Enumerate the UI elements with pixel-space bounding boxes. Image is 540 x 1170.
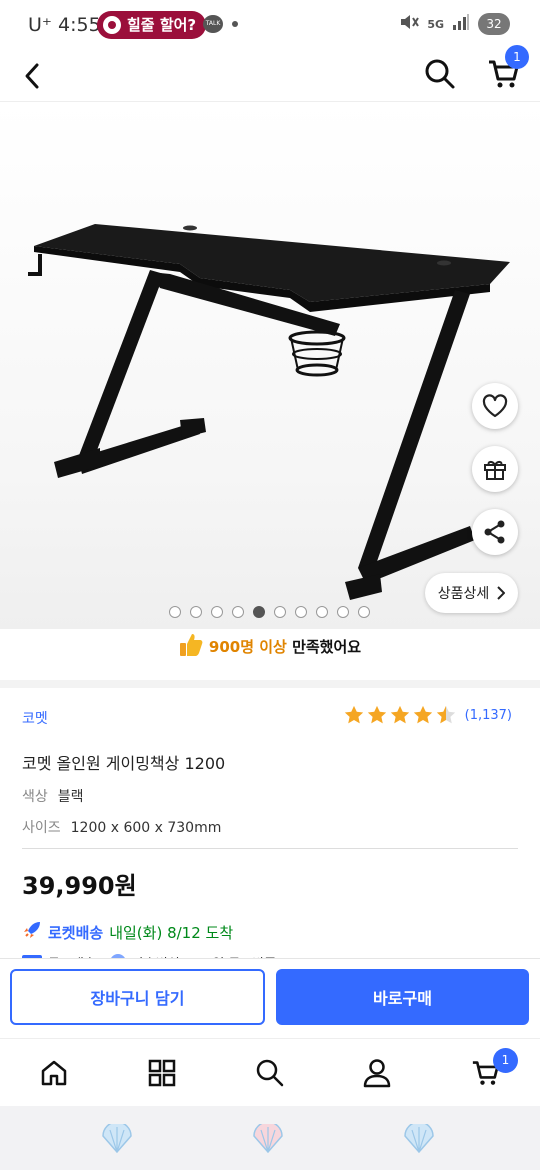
- gift-icon: [484, 461, 506, 480]
- status-time: U⁺ 4:55: [28, 14, 101, 36]
- thumbs-up-icon: [179, 632, 203, 662]
- color-option: 색상 블랙: [22, 789, 84, 805]
- product-info: 코멧 (1,137) 코멧 올인원 게이밍책상 1200 색상 블랙 사이즈 120…: [0, 680, 540, 972]
- carousel-dot[interactable]: [190, 606, 202, 618]
- gaming-desk-image: [28, 224, 510, 600]
- star-icon: [413, 705, 432, 724]
- satisfaction-banner: 900명 이상 만족했어요: [0, 632, 540, 662]
- carousel-dot[interactable]: [169, 606, 181, 618]
- wishlist-button[interactable]: [472, 383, 518, 429]
- notification-pill[interactable]: 힐줄 할어?: [97, 11, 207, 39]
- grid-icon: [148, 1059, 176, 1087]
- user-icon: [363, 1059, 391, 1088]
- search-button[interactable]: [420, 54, 460, 94]
- star-icon: [367, 705, 386, 724]
- battery-indicator: 32: [478, 13, 510, 35]
- chevron-right-icon: [497, 586, 506, 600]
- carousel-dot[interactable]: [274, 606, 286, 618]
- tab-my-account[interactable]: [357, 1053, 397, 1093]
- chevron-left-icon: [25, 63, 39, 89]
- network-label: 5G: [427, 17, 444, 31]
- carousel-dot[interactable]: [316, 606, 328, 618]
- star-icon: [390, 705, 409, 724]
- signal-icon: [452, 13, 470, 35]
- tab-search[interactable]: [250, 1053, 290, 1093]
- carousel-dot[interactable]: [232, 606, 244, 618]
- home-nav-button[interactable]: [251, 1124, 285, 1154]
- add-to-cart-button[interactable]: 장바구니 담기: [10, 969, 265, 1025]
- heart-icon: [482, 394, 508, 418]
- more-notifications-dot: [232, 21, 238, 27]
- system-nav-bar: [0, 1106, 540, 1170]
- review-count: (1,137): [464, 707, 512, 723]
- buy-now-button[interactable]: 바로구매: [276, 969, 529, 1025]
- tab-home[interactable]: [34, 1053, 74, 1093]
- top-header: 1: [0, 45, 540, 102]
- status-bar: U⁺ 4:55 힐줄 할어? TALK 5G 32: [0, 0, 540, 50]
- price: 39,990원: [22, 872, 137, 900]
- divider: [22, 848, 518, 849]
- star-rating: [343, 704, 457, 726]
- tab-categories[interactable]: [142, 1053, 182, 1093]
- cart-badge: 1: [505, 45, 529, 69]
- brand-link[interactable]: 코멧: [22, 708, 48, 728]
- talk-icon: TALK: [203, 15, 223, 33]
- carousel-indicator: [169, 606, 370, 618]
- carousel-dot[interactable]: [211, 606, 223, 618]
- product-title: 코멧 올인원 게이밍책상 1200: [22, 754, 226, 773]
- home-icon: [41, 1060, 67, 1086]
- search-icon: [256, 1059, 284, 1087]
- share-button[interactable]: [472, 509, 518, 555]
- bottom-tab-bar: 1: [0, 1038, 540, 1106]
- tab-cart-badge: 1: [493, 1048, 518, 1073]
- product-image-carousel[interactable]: [0, 102, 540, 629]
- star-icon: [344, 705, 363, 724]
- carousel-dot[interactable]: [295, 606, 307, 618]
- mute-icon: [399, 13, 420, 35]
- search-icon: [425, 59, 455, 89]
- gift-button[interactable]: [472, 446, 518, 492]
- rocket-delivery: 로켓배송 내일(화) 8/12 도착: [22, 920, 233, 944]
- carousel-dot[interactable]: [358, 606, 370, 618]
- product-detail-button[interactable]: 상품상세: [425, 573, 518, 613]
- star-icon: [436, 705, 455, 724]
- app-icon: [103, 16, 121, 34]
- carousel-dot[interactable]: [253, 606, 265, 618]
- carousel-dot[interactable]: [337, 606, 349, 618]
- share-icon: [484, 520, 505, 544]
- back-button[interactable]: [14, 56, 50, 96]
- rating-summary[interactable]: (1,137): [343, 704, 512, 726]
- size-option: 사이즈 1200 x 600 x 730mm: [22, 820, 222, 836]
- rocket-icon: [22, 920, 42, 944]
- back-nav-button[interactable]: [402, 1124, 436, 1154]
- purchase-action-bar: 장바구니 담기 바로구매: [0, 958, 540, 1038]
- recent-apps-button[interactable]: [100, 1124, 134, 1154]
